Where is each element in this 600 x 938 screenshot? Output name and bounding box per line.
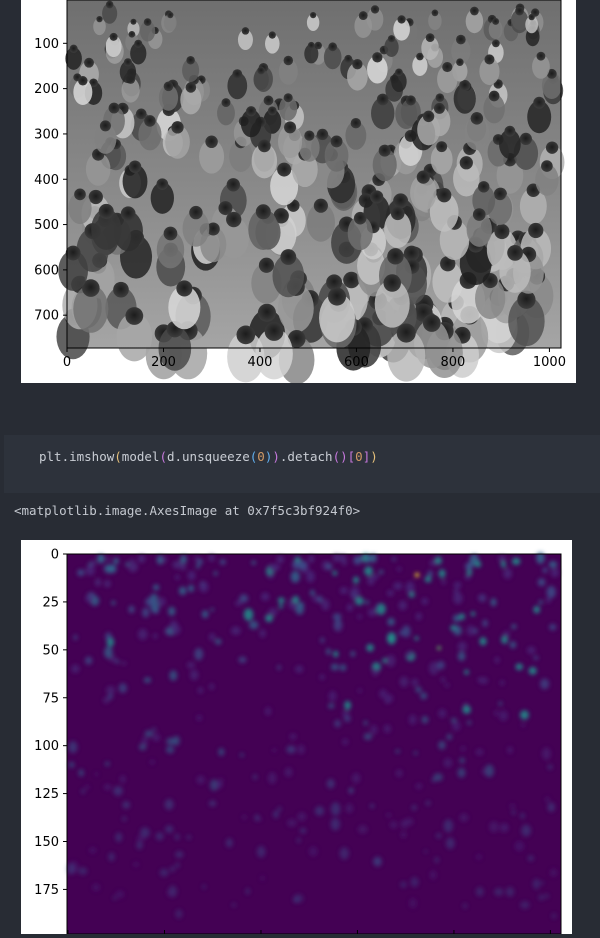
x-tick-label: 0 [63,355,71,370]
density-heatmap [66,552,561,934]
y-tick-label: 200 [34,82,59,97]
y-tick-label: 600 [34,263,59,278]
crowd-image-figure: 0 200 400 600 800 1000 100 200 300 400 500 600 700 [34,0,566,385]
x-tick-label: 1000 [533,355,566,370]
y-tick-label: 125 [34,787,59,802]
y-tick-label: 75 [42,691,59,706]
y-tick-label: 500 [34,218,59,233]
crowd-image-output: 0 200 400 600 800 1000 100 200 300 400 500 600 700 [21,0,576,385]
y-tick-label: 50 [42,643,59,658]
crowd-photo [56,0,565,385]
y-tick-label: 100 [34,739,59,754]
density-map-figure: 0 25 50 75 100 125 150 175 [34,548,562,935]
output-text: <matplotlib.image.AxesImage at 0x7f5c3bf… [14,503,361,518]
y-tick-label: 400 [34,173,59,188]
y-tick-label: 300 [34,127,59,142]
x-tick-label: 800 [441,355,466,370]
y-tick-label: 100 [34,37,59,52]
code-cell[interactable]: plt.imshow(model(d.unsqueeze(0)).detach(… [4,435,600,493]
y-tick-label: 0 [51,548,59,563]
x-tick-label: 600 [344,355,369,370]
density-map-output: 0 25 50 75 100 125 150 175 [21,540,572,935]
y-tick-label: 175 [34,883,59,898]
x-tick-label: 200 [151,355,176,370]
y-tick-label: 150 [34,835,59,850]
code-line[interactable]: plt.imshow(model(d.unsqueeze(0)).detach(… [39,449,378,465]
y-tick-label: 700 [34,309,59,324]
y-tick-label: 25 [42,595,59,610]
x-tick-label: 400 [248,355,273,370]
